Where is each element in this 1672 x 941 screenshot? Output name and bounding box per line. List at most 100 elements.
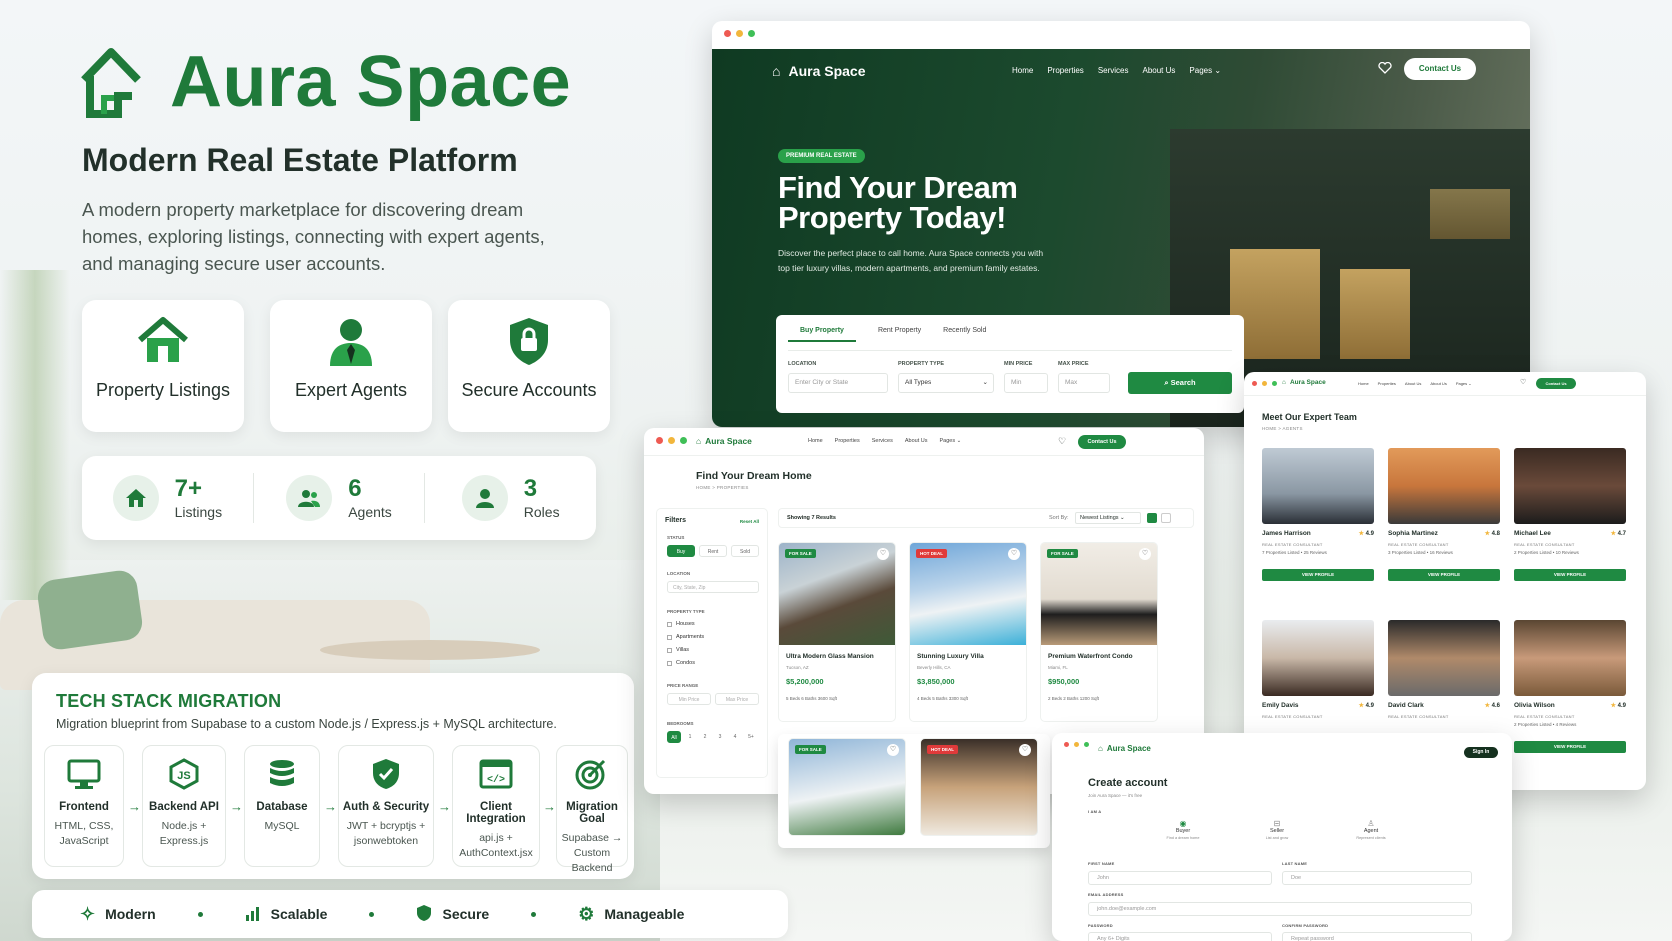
nav-about[interactable]: About Us: [1143, 66, 1176, 75]
nav-home[interactable]: Home: [808, 438, 823, 444]
heart-icon[interactable]: ♡: [877, 548, 889, 560]
nav-brand[interactable]: ⌂ Aura Space: [1282, 379, 1326, 386]
heart-icon[interactable]: ♡: [1058, 436, 1066, 447]
property-price: $5,200,000: [786, 677, 824, 686]
agent-name: Michael Lee: [1514, 530, 1551, 537]
nav-home[interactable]: Home: [1358, 381, 1369, 386]
nav-properties[interactable]: Properties: [1378, 381, 1396, 386]
signup-title: Create account: [1088, 777, 1168, 789]
arrow-icon: →: [230, 799, 243, 814]
nav-about[interactable]: About Us: [1405, 381, 1421, 386]
heart-icon[interactable]: [1378, 61, 1392, 79]
tab-sold[interactable]: Recently Sold: [943, 324, 986, 342]
bed-all[interactable]: All: [667, 731, 681, 743]
reset-link[interactable]: Reset All: [740, 519, 759, 524]
bed-5plus[interactable]: 5+: [744, 731, 758, 743]
location-input[interactable]: City, State, Zip: [667, 581, 759, 593]
property-card[interactable]: FOR SALE ♡ Premium Waterfront Condo Miam…: [1040, 542, 1158, 722]
bed-2[interactable]: 2: [699, 731, 711, 743]
heart-icon[interactable]: ♡: [1019, 744, 1031, 756]
quality-secure: Secure: [416, 904, 489, 925]
breadcrumb: HOME > PROPERTIES: [696, 485, 749, 490]
max-price-input[interactable]: Max: [1058, 373, 1110, 393]
nav-services[interactable]: Services: [872, 438, 893, 444]
search-button[interactable]: ⌕ Search: [1128, 372, 1232, 394]
type-apartments-checkbox[interactable]: Apartments: [667, 634, 704, 640]
sparkle-icon: ✧: [80, 903, 96, 924]
nav-properties[interactable]: Properties: [1047, 66, 1083, 75]
role-agent[interactable]: ♙ Agent Represent clients: [1336, 819, 1406, 840]
list-view-icon[interactable]: [1161, 513, 1171, 523]
bed-1[interactable]: 1: [684, 731, 696, 743]
heart-icon[interactable]: ♡: [887, 744, 899, 756]
view-profile-button[interactable]: VIEW PROFILE: [1514, 741, 1626, 753]
sort-select[interactable]: Newest Listings ⌄: [1075, 512, 1141, 524]
grid-view-icon[interactable]: [1147, 513, 1157, 523]
max-price-input[interactable]: Max Price: [715, 693, 759, 705]
type-select[interactable]: All Types ⌄: [898, 373, 994, 393]
agent-card[interactable]: Sophia Martinez ★ 4.8 REAL ESTATE CONSUL…: [1388, 448, 1500, 608]
heart-icon[interactable]: ♡: [1520, 378, 1526, 386]
property-card[interactable]: HOT DEAL ♡ Stunning Luxury Villa Beverly…: [909, 542, 1027, 722]
property-photo: HOT DEAL ♡: [910, 543, 1026, 645]
view-profile-button[interactable]: VIEW PROFILE: [1514, 569, 1626, 581]
type-houses-checkbox[interactable]: Houses: [667, 621, 695, 627]
nav-properties[interactable]: Properties: [835, 438, 860, 444]
type-condos-checkbox[interactable]: Condos: [667, 660, 695, 666]
agent-listings: 7 Properties Listed • 25 Reviews: [1262, 550, 1327, 555]
role-seller[interactable]: ⊟ Seller List and grow: [1242, 819, 1312, 840]
feature-card-listings: Property Listings: [82, 300, 244, 432]
stat-value: 7+: [174, 474, 202, 502]
sign-in-button[interactable]: Sign In: [1464, 747, 1498, 758]
search-panel: Buy Property Rent Property Recently Sold…: [776, 315, 1244, 413]
tab-buy[interactable]: Buy Property: [788, 324, 856, 342]
status-rent[interactable]: Rent: [699, 545, 727, 557]
view-profile-button[interactable]: VIEW PROFILE: [1388, 569, 1500, 581]
tech-step-database: Database MySQL: [244, 745, 320, 867]
nav-about[interactable]: About Us: [905, 438, 928, 444]
heart-icon[interactable]: ♡: [1139, 548, 1151, 560]
nav-services[interactable]: Services: [1098, 66, 1129, 75]
hero-banner: ⌂ Aura Space Home Properties Services Abo…: [712, 49, 1530, 427]
last-name-input[interactable]: Doe: [1282, 871, 1472, 885]
bed-4[interactable]: 4: [729, 731, 741, 743]
property-photo: FOR SALE ♡: [1041, 543, 1157, 645]
property-card[interactable]: FOR SALE ♡ Ultra Modern Glass Mansion Tu…: [778, 542, 896, 722]
view-profile-button[interactable]: VIEW PROFILE: [1262, 569, 1374, 581]
first-name-input[interactable]: John: [1088, 871, 1272, 885]
role-buyer[interactable]: ◉ Buyer Find a dream home: [1148, 819, 1218, 840]
nav-pages[interactable]: Pages ⌄: [1189, 66, 1221, 75]
property-card[interactable]: FOR SALE ♡: [788, 738, 906, 836]
property-card[interactable]: HOT DEAL ♡: [920, 738, 1038, 836]
agent-card[interactable]: Michael Lee ★ 4.7 REAL ESTATE CONSULTANT…: [1514, 448, 1626, 608]
nav-brand[interactable]: ⌂ Aura Space: [772, 63, 866, 79]
confirm-password-input[interactable]: Repeat password: [1282, 932, 1472, 941]
nav-pages[interactable]: Pages ⌄: [939, 438, 961, 444]
agent-card[interactable]: James Harrison ★ 4.9 REAL ESTATE CONSULT…: [1262, 448, 1374, 608]
heart-icon[interactable]: ♡: [1008, 548, 1020, 560]
min-price-input[interactable]: Min Price: [667, 693, 711, 705]
agent-card[interactable]: Olivia Wilson ★ 4.9 REAL ESTATE CONSULTA…: [1514, 620, 1626, 780]
contact-button[interactable]: Contact Us: [1404, 58, 1476, 80]
contact-button[interactable]: Contact Us: [1078, 435, 1126, 449]
bed-3[interactable]: 3: [714, 731, 726, 743]
location-input[interactable]: Enter City or State: [788, 373, 888, 393]
tab-rent[interactable]: Rent Property: [878, 324, 921, 342]
brand-name: Aura Space: [170, 42, 572, 122]
nav-home[interactable]: Home: [1012, 66, 1033, 75]
contact-button[interactable]: Contact Us: [1536, 378, 1576, 389]
status-sold[interactable]: Sold: [731, 545, 759, 557]
status-buy[interactable]: Buy: [667, 545, 695, 557]
type-villas-checkbox[interactable]: Villas: [667, 647, 689, 653]
nav-brand[interactable]: ⌂ Aura Space: [1098, 744, 1151, 753]
password-input[interactable]: Any 6+ Digits: [1088, 932, 1272, 941]
tech-step-desc: Node.js + Express.js: [159, 820, 209, 847]
email-input[interactable]: john.doe@example.com: [1088, 902, 1472, 916]
nav-brand[interactable]: ⌂ Aura Space: [696, 436, 752, 446]
team-window: ⌂ Aura Space Home Properties About Us Abo…: [1244, 372, 1646, 790]
nav-about[interactable]: About Us: [1430, 381, 1446, 386]
min-price-input[interactable]: Min: [1004, 373, 1048, 393]
nav-pages[interactable]: Pages ⌄: [1456, 381, 1472, 386]
agent-name: James Harrison: [1262, 530, 1311, 537]
brand-tagline: Modern Real Estate Platform: [82, 142, 518, 178]
